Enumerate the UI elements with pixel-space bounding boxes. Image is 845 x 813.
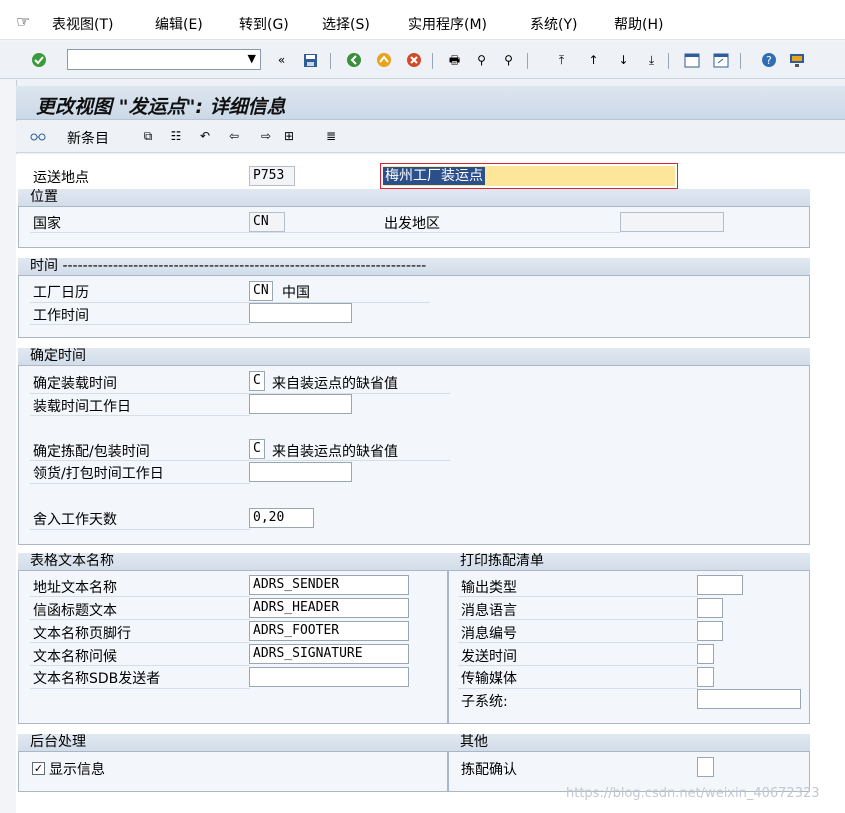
message-number-field[interactable] [697,621,723,641]
letter-header-label: 信函标题文本 [33,603,117,619]
show-info-label: 显示信息 [49,762,105,778]
loading-time-label: 确定装载时间 [33,376,117,392]
undo-icon[interactable]: ↶ [197,128,213,144]
select-all-icon[interactable]: ⊞ [281,128,297,144]
loading-time-text: 来自装运点的缺省值 [272,376,398,392]
menu-system[interactable]: 系统(Y) [530,14,577,34]
variant-icon[interactable]: ≣ [323,128,339,144]
menu-table-view[interactable]: 表视图(T) [52,14,113,34]
picking-time-label: 确定拣配/包装时间 [33,444,150,460]
selected-text: 梅州工厂装运点 [383,167,485,185]
determine-time-group-header: 确定时间 [18,348,810,366]
greeting-text-field[interactable]: ADRS_SIGNATURE [249,644,409,664]
address-text-label: 地址文本名称 [33,580,117,596]
cancel-icon[interactable] [405,52,422,68]
message-language-label: 消息语言 [461,603,517,619]
menu-utilities[interactable]: 实用程序(M) [408,14,487,34]
new-entries-button[interactable]: 新条目 [67,128,109,148]
check-icon[interactable] [30,52,47,68]
delete-icon[interactable]: ☷ [168,128,184,144]
output-type-field[interactable] [697,575,743,595]
save-icon[interactable] [302,52,319,68]
menu-help[interactable]: 帮助(H) [614,14,663,34]
menu-icon[interactable]: ☞ [16,12,30,31]
show-info-checkbox[interactable]: ✓ [32,762,45,775]
menu-bar: ☞ 表视图(T) 编辑(E) 转到(G) 选择(S) 实用程序(M) 系统(Y)… [0,0,845,40]
time-group-header: 时间 -------------------------------------… [18,258,810,276]
shipping-point-description-field[interactable]: 梅州工厂装运点 [383,166,675,186]
monitor-icon[interactable] [788,52,805,68]
double-chevron-left-icon[interactable]: « [273,52,290,68]
rounding-label: 舍入工作天数 [33,512,117,528]
country-label: 国家 [33,216,61,232]
print-picking-group-header: 打印拣配清单 [448,553,810,571]
chevron-down-icon[interactable]: ▼ [248,52,256,65]
subsystem-label: 子系统: [461,694,508,710]
greeting-text-label: 文本名称问候 [33,649,117,665]
loading-workdays-label: 装载时间工作日 [33,399,131,415]
prev-page-icon[interactable]: ↑ [585,52,602,68]
form-texts-group-header: 表格文本名称 [18,553,448,571]
send-time-label: 发送时间 [461,649,517,665]
factory-calendar-label: 工厂日历 [33,285,89,301]
first-page-icon[interactable]: ⤒ [553,52,570,68]
print-icon[interactable]: 🖶 [446,52,463,68]
shortcut-icon[interactable] [712,52,729,68]
loading-time-field[interactable]: C [249,371,265,391]
transmission-medium-label: 传输媒体 [461,671,517,687]
find-icon[interactable]: ⚲ [473,52,490,68]
footer-text-field[interactable]: ADRS_FOOTER [249,621,409,641]
send-time-field[interactable] [697,644,714,664]
message-number-label: 消息编号 [461,626,517,642]
find-next-icon[interactable]: ⚲ [500,52,517,68]
output-type-label: 输出类型 [461,580,517,596]
address-text-field[interactable]: ADRS_SENDER [249,575,409,595]
picking-confirm-field[interactable] [697,757,714,777]
menu-goto[interactable]: 转到(G) [239,14,289,34]
menu-select[interactable]: 选择(S) [322,14,370,34]
previous-entry-icon[interactable]: ⇦ [226,128,242,144]
sdb-sender-field[interactable] [249,667,409,687]
picking-confirm-label: 拣配确认 [461,762,517,778]
departure-zone-field[interactable] [620,212,724,232]
working-time-label: 工作时间 [33,308,89,324]
back-icon[interactable] [345,52,362,68]
background-processing-group-header: 后台处理 [18,734,448,752]
shipping-point-label: 运送地点 [33,170,89,186]
country-field[interactable]: CN [249,212,285,232]
letter-header-field[interactable]: ADRS_HEADER [249,598,409,618]
rounding-field[interactable]: 0,20 [249,508,314,528]
message-language-field[interactable] [697,598,723,618]
help-icon[interactable]: ? [760,52,777,68]
copy-icon[interactable]: ⧉ [140,128,156,144]
command-field[interactable]: ▼ [67,49,261,70]
new-session-icon[interactable] [683,52,700,68]
menu-edit[interactable]: 编辑(E) [155,14,203,34]
watermark: https://blog.csdn.net/weixin_40672323 [566,786,820,801]
sdb-sender-label: 文本名称SDB发送者 [33,671,161,687]
other-group-header: 其他 [448,734,810,752]
factory-calendar-field[interactable]: CN [249,281,273,301]
exit-icon[interactable] [375,52,392,68]
loading-workdays-field[interactable] [249,394,352,414]
shipping-point-field[interactable]: P753 [249,166,295,186]
last-page-icon[interactable]: ⤓ [643,52,660,68]
location-group-header: 位置 [18,189,810,207]
next-page-icon[interactable]: ↓ [615,52,632,68]
subsystem-field[interactable] [697,689,801,709]
svg-text:?: ? [766,54,772,67]
factory-calendar-text: 中国 [282,285,310,301]
system-toolbar: ▼ « 🖶 ⚲ ⚲ ⤒ ↑ ↓ ⤓ ? [0,41,845,79]
picking-time-field[interactable]: C [249,439,265,459]
next-entry-icon[interactable]: ⇨ [258,128,274,144]
transmission-medium-field[interactable] [697,667,714,687]
working-time-field[interactable] [249,303,352,323]
picking-workdays-field[interactable] [249,462,352,482]
picking-time-text: 来自装运点的缺省值 [272,444,398,460]
page-title: 更改视图 "发运点": 详细信息 [36,96,286,118]
picking-workdays-label: 领货/打包时间工作日 [33,466,164,482]
departure-zone-label: 出发地区 [384,216,440,232]
glasses-icon[interactable] [30,128,46,144]
footer-text-label: 文本名称页脚行 [33,626,131,642]
